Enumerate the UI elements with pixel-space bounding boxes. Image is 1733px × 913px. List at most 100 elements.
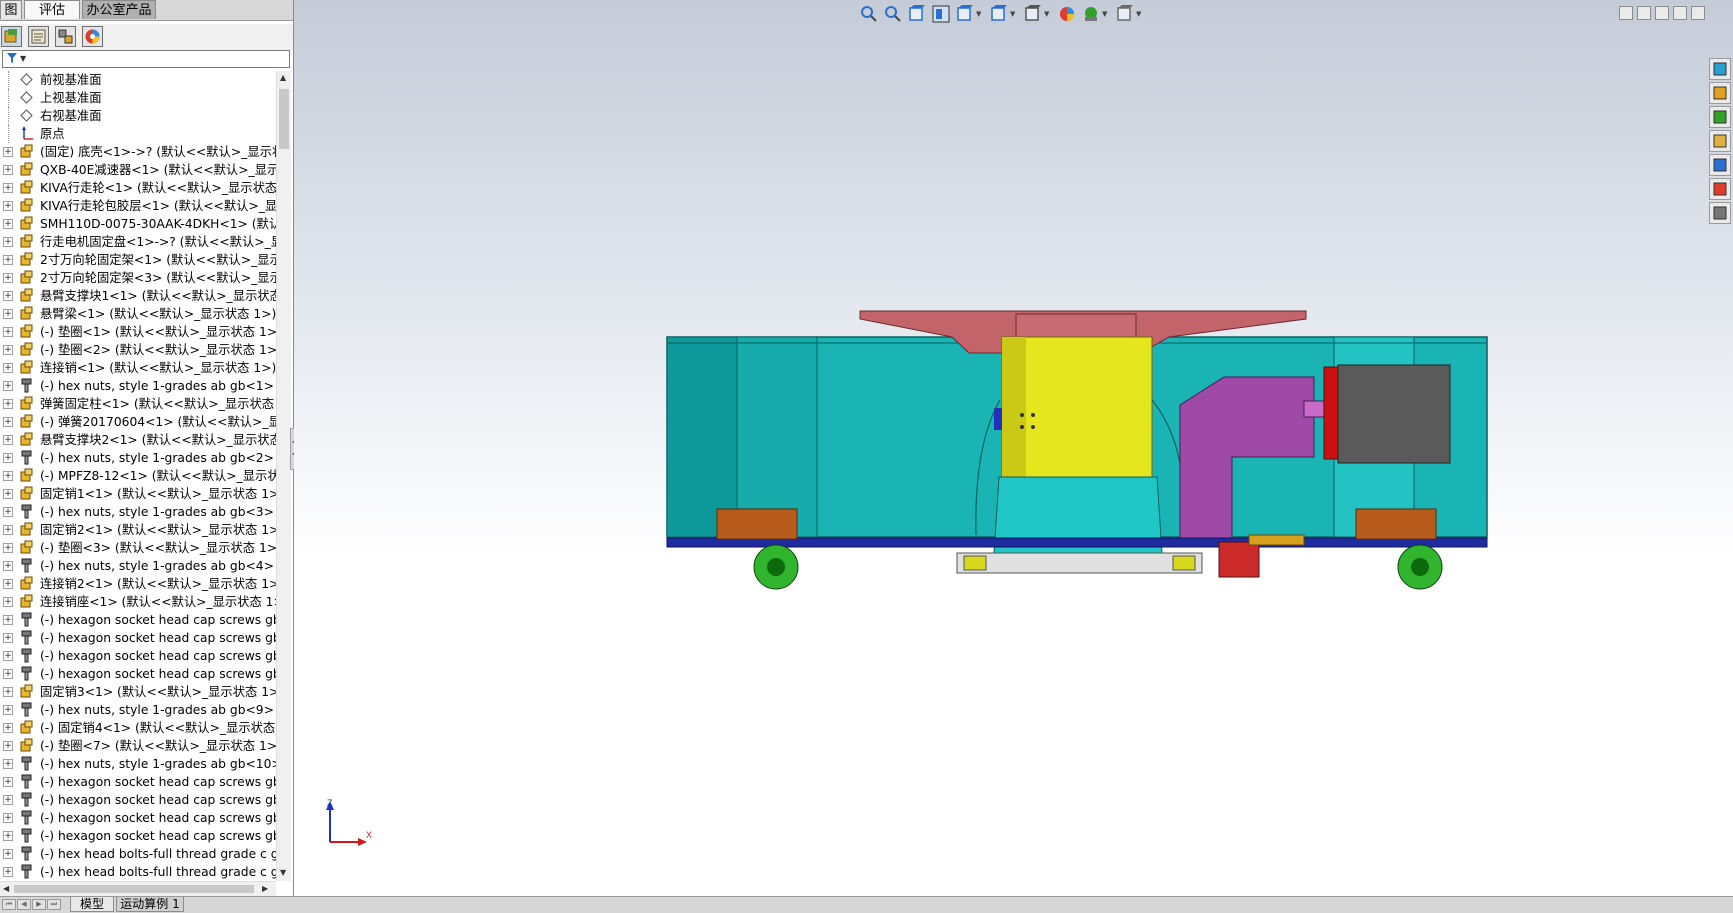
expand-node-icon[interactable]: + <box>3 363 13 373</box>
minimize-icon[interactable] <box>1655 6 1669 20</box>
tree-item[interactable]: + (-) 垫圈<1> (默认<<默认>_显示状态 1>) <box>0 323 276 341</box>
tree-item[interactable]: + (-) 垫圈<7> (默认<<默认>_显示状态 1>) <box>0 737 276 755</box>
expand-node-icon[interactable]: + <box>3 543 13 553</box>
tree-item[interactable]: + 悬臂支撑块2<1> (默认<<默认>_显示状态 1 <box>0 431 276 449</box>
expand-node-icon[interactable]: + <box>3 723 13 733</box>
expand-node-icon[interactable]: + <box>3 381 13 391</box>
next-tab-icon[interactable]: ▶ <box>32 899 46 910</box>
configuration-manager-icon[interactable] <box>55 26 76 47</box>
tree-item[interactable]: + (-) 固定销4<1> (默认<<默认>_显示状态 1: <box>0 719 276 737</box>
tree-item[interactable]: +2寸万向轮固定架<3> (默认<<默认>_显示状 <box>0 269 276 287</box>
tab-evaluate[interactable]: 评估 <box>24 0 80 19</box>
hide-show-items-icon[interactable] <box>1023 4 1043 24</box>
expand-node-icon[interactable]: + <box>3 651 13 661</box>
prev-tab-icon[interactable]: ◀ <box>17 899 31 910</box>
tree-item[interactable]: + (-) 垫圈<2> (默认<<默认>_显示状态 1>) <box>0 341 276 359</box>
chevron-down-icon[interactable]: ▼ <box>976 10 981 18</box>
expand-node-icon[interactable]: + <box>3 237 13 247</box>
tree-item[interactable]: + (-) hexagon socket head cap screws gb< <box>0 809 276 827</box>
tab-drawing[interactable]: 图 <box>0 0 22 19</box>
tile-horizontal-icon[interactable] <box>1619 6 1633 20</box>
expand-node-icon[interactable]: + <box>3 687 13 697</box>
expand-node-icon[interactable]: + <box>3 273 13 283</box>
display-manager-icon[interactable] <box>82 26 103 47</box>
tile-vertical-icon[interactable] <box>1637 6 1651 20</box>
tree-item[interactable]: + (-) hex nuts, style 1-grades ab gb<10> … <box>0 755 276 773</box>
apply-scene-icon[interactable] <box>1081 4 1101 24</box>
zoom-to-area-icon[interactable] <box>883 4 903 24</box>
tree-item[interactable]: + KIVA行走轮包胶层<1> (默认<<默认>_显示 <box>0 197 276 215</box>
tree-item[interactable]: + 固定销3<1> (默认<<默认>_显示状态 1>) <box>0 683 276 701</box>
tree-item[interactable]: + (-) hex nuts, style 1-grades ab gb<1> (… <box>0 377 276 395</box>
expand-node-icon[interactable]: + <box>3 219 13 229</box>
scroll-right-icon[interactable]: ▶ <box>262 884 268 893</box>
tree-item[interactable]: + QXB-40E减速器<1> (默认<<默认>_显示状 <box>0 161 276 179</box>
file-explorer-icon[interactable] <box>1709 106 1731 128</box>
tree-item[interactable]: + (-) hexagon socket head cap screws gb< <box>0 791 276 809</box>
tree-item[interactable]: + (-) hex head bolts-full thread grade c … <box>0 845 276 863</box>
scroll-down-icon[interactable]: ▼ <box>280 868 286 877</box>
scroll-left-icon[interactable]: ◀ <box>3 884 9 893</box>
expand-node-icon[interactable]: + <box>3 795 13 805</box>
solidworks-resources-icon[interactable] <box>1709 58 1731 80</box>
expand-node-icon[interactable]: + <box>3 399 13 409</box>
tree-item[interactable]: 右视基准面 <box>0 107 276 125</box>
tree-item[interactable]: + (-) hex nuts, style 1-grades ab gb<2> (… <box>0 449 276 467</box>
tree-item[interactable]: 前视基准面 <box>0 71 276 89</box>
expand-node-icon[interactable]: + <box>3 597 13 607</box>
tree-item[interactable]: + (-) hexagon socket head cap screws gb< <box>0 611 276 629</box>
tree-item[interactable]: + (-) hex nuts, style 1-grades ab gb<4> (… <box>0 557 276 575</box>
expand-node-icon[interactable]: + <box>3 507 13 517</box>
tree-item[interactable]: + 固定销1<1> (默认<<默认>_显示状态 1>) <box>0 485 276 503</box>
expand-node-icon[interactable]: + <box>3 633 13 643</box>
scrollbar-thumb[interactable] <box>14 885 254 893</box>
expand-node-icon[interactable]: + <box>3 471 13 481</box>
first-tab-icon[interactable]: ⏮ <box>2 899 16 910</box>
view-settings-icon[interactable] <box>1115 4 1135 24</box>
expand-node-icon[interactable]: + <box>3 813 13 823</box>
graphics-area[interactable]: ▼ ▼ ▼ ▼ ▼ Z X <box>294 0 1733 896</box>
expand-node-icon[interactable]: + <box>3 309 13 319</box>
expand-node-icon[interactable]: + <box>3 705 13 715</box>
expand-node-icon[interactable]: + <box>3 867 13 877</box>
tree-horizontal-scrollbar[interactable]: ◀ ▶ <box>0 881 276 896</box>
tree-item[interactable]: +2寸万向轮固定架<1> (默认<<默认>_显示状 <box>0 251 276 269</box>
last-tab-icon[interactable]: ⏭ <box>47 899 61 910</box>
tree-item[interactable]: + (-) hexagon socket head cap screws gb< <box>0 827 276 845</box>
tree-item[interactable]: + (-) hexagon socket head cap screws gb< <box>0 773 276 791</box>
tree-item[interactable]: + 悬臂支撑块1<1> (默认<<默认>_显示状态 1 <box>0 287 276 305</box>
chevron-down-icon[interactable]: ▼ <box>1010 10 1015 18</box>
chevron-down-icon[interactable]: ▼ <box>1044 10 1049 18</box>
expand-node-icon[interactable]: + <box>3 777 13 787</box>
tree-item[interactable]: 原点 <box>0 125 276 143</box>
expand-node-icon[interactable]: + <box>3 327 13 337</box>
folder-icon[interactable] <box>1709 130 1731 152</box>
expand-node-icon[interactable]: + <box>3 561 13 571</box>
tree-item[interactable]: + SMH110D-0075-30AAK-4DKH<1> (默认< <box>0 215 276 233</box>
display-style-icon[interactable] <box>989 4 1009 24</box>
tab-motion-study-1[interactable]: 运动算例 1 <box>116 897 184 912</box>
expand-node-icon[interactable]: + <box>3 291 13 301</box>
tree-item[interactable]: + (-) hex head bolts-full thread grade c … <box>0 863 276 881</box>
view-palette-icon[interactable] <box>1709 154 1731 176</box>
tree-item[interactable]: + (-) hexagon socket head cap screws gb< <box>0 647 276 665</box>
tree-item[interactable]: + 连接销2<1> (默认<<默认>_显示状态 1>) <box>0 575 276 593</box>
tree-item[interactable]: + 悬臂梁<1> (默认<<默认>_显示状态 1>) <box>0 305 276 323</box>
tree-item[interactable]: + (固定) 底壳<1>->? (默认<<默认>_显示状态 <box>0 143 276 161</box>
tree-item[interactable]: 上视基准面 <box>0 89 276 107</box>
expand-node-icon[interactable]: + <box>3 849 13 859</box>
feature-manager-icon[interactable] <box>1 26 22 47</box>
chevron-down-icon[interactable]: ▼ <box>1136 10 1141 18</box>
tree-filter-input[interactable]: ▼ <box>2 50 290 68</box>
expand-node-icon[interactable]: + <box>3 525 13 535</box>
expand-node-icon[interactable]: + <box>3 759 13 769</box>
expand-node-icon[interactable]: + <box>3 489 13 499</box>
view-orientation-icon[interactable] <box>955 4 975 24</box>
expand-node-icon[interactable]: + <box>3 417 13 427</box>
expand-node-icon[interactable]: + <box>3 741 13 751</box>
expand-node-icon[interactable]: + <box>3 453 13 463</box>
tree-item[interactable]: + (-) hexagon socket head cap screws gb< <box>0 629 276 647</box>
expand-node-icon[interactable]: + <box>3 435 13 445</box>
appearances-icon[interactable] <box>1709 178 1731 200</box>
zoom-to-fit-icon[interactable] <box>859 4 879 24</box>
